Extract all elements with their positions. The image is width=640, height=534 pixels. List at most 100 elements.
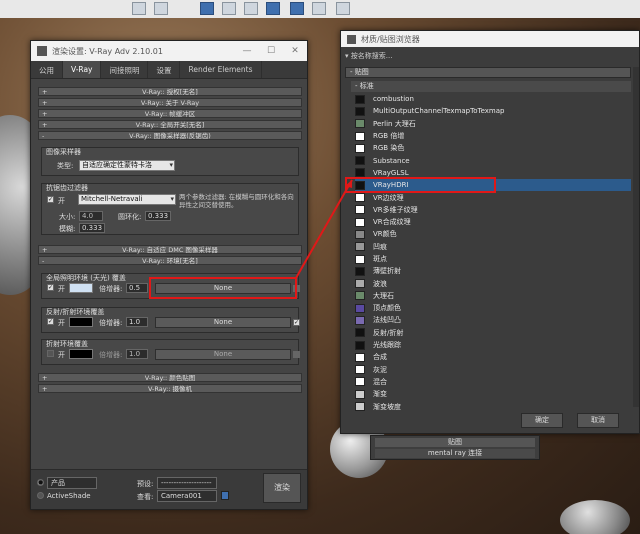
rollout-about[interactable]: + V-Ray:: 关于 V-Ray	[38, 98, 302, 107]
refr-env-color-swatch[interactable]	[69, 349, 93, 359]
refr-env-on-checkbox[interactable]	[47, 350, 54, 357]
rollout-global-switches[interactable]: + V-Ray:: 全局开关[无名]	[38, 120, 302, 129]
toolbar-button[interactable]	[222, 2, 236, 15]
toolbar-button[interactable]	[266, 2, 280, 15]
filter-size-spinner[interactable]: 4.0	[79, 211, 103, 221]
map-thumbnail-icon	[355, 365, 365, 375]
map-list-item[interactable]: 薄壁折射	[355, 265, 631, 277]
rollout-color-mapping[interactable]: + V-Ray:: 颜色贴图	[38, 373, 302, 382]
production-radio[interactable]: ●	[37, 479, 44, 486]
close-icon[interactable]: ✕	[283, 46, 307, 56]
map-list-item[interactable]: RGB 倍增	[355, 130, 631, 142]
rollout-authorization[interactable]: + V-Ray:: 授权[无名]	[38, 87, 302, 96]
rollout-camera[interactable]: + V-Ray:: 摄像机	[38, 384, 302, 393]
activeshade-radio[interactable]	[37, 492, 44, 499]
rollout-image-sampler[interactable]: - V-Ray:: 图像采样器(反锯齿)	[38, 131, 302, 140]
render-button[interactable]: 渲染	[263, 473, 301, 503]
refl-env-map-button[interactable]: None	[155, 317, 291, 328]
map-list-item[interactable]: combustion	[355, 93, 631, 105]
aa-filter-value: Mitchell-Netravali	[81, 195, 143, 203]
map-list-item[interactable]: 大理石	[355, 290, 631, 302]
refr-env-map-button[interactable]: None	[155, 349, 291, 360]
render-setup-titlebar[interactable]: 渲染设置: V-Ray Adv 2.10.01 — ☐ ✕	[31, 41, 307, 61]
preset-select[interactable]: --------------------	[157, 477, 217, 489]
filter-ring-spinner[interactable]: 0.333	[145, 211, 171, 221]
tab-indirect-illumination[interactable]: 间接照明	[101, 61, 149, 78]
map-list-item-label: 光线跟踪	[373, 341, 401, 350]
map-list-item[interactable]: 波浪	[355, 277, 631, 289]
refr-env-map-checkbox[interactable]	[293, 351, 300, 358]
map-thumbnail-icon	[355, 106, 365, 116]
map-list-item[interactable]: 顶点颜色	[355, 302, 631, 314]
rollout-environment[interactable]: - V-Ray:: 环境[无名]	[38, 256, 302, 265]
render-setup-tabs: 公用 V-Ray 间接照明 设置 Render Elements	[31, 61, 307, 79]
toolbar-button[interactable]	[312, 2, 326, 15]
view-select[interactable]: Camera001	[157, 490, 217, 502]
aa-filter-select[interactable]: Mitchell-Netravali ▾	[78, 194, 176, 205]
refl-env-color-swatch[interactable]	[69, 317, 93, 327]
map-list-item[interactable]: VR颜色	[355, 228, 631, 240]
map-list-item-label: 灰泥	[373, 365, 387, 374]
refr-env-multiplier-spinner[interactable]: 1.0	[126, 349, 148, 359]
map-list-item[interactable]: 凹痕	[355, 241, 631, 253]
maximize-icon[interactable]: ☐	[259, 46, 283, 56]
rollout-label: V-Ray:: 关于 V-Ray	[140, 99, 200, 107]
map-thumbnail-icon	[355, 389, 365, 399]
map-list-item-label: VR合成纹理	[373, 218, 411, 227]
map-list-item[interactable]: VR合成纹理	[355, 216, 631, 228]
refl-env-map-checkbox[interactable]: ✓	[293, 319, 300, 326]
app-icon	[347, 34, 356, 44]
cancel-button[interactable]: 取消	[577, 413, 619, 428]
standard-subsection-header[interactable]: - 标准	[351, 81, 631, 92]
chevron-down-icon[interactable]: ▾	[345, 52, 349, 60]
map-list-item[interactable]: 渐变坡度	[355, 400, 631, 412]
panel-maps-header[interactable]: 贴图	[375, 438, 535, 447]
map-list-item[interactable]: 灰泥	[355, 364, 631, 376]
minimize-icon[interactable]: —	[235, 46, 259, 56]
lock-view-icon[interactable]	[221, 491, 229, 500]
map-list-item[interactable]: 法线凹凸	[355, 314, 631, 326]
tab-settings[interactable]: 设置	[148, 61, 181, 78]
map-list-item[interactable]: 渐变	[355, 388, 631, 400]
browser-titlebar[interactable]: 材质/贴图浏览器	[341, 31, 639, 47]
filter-blur-spinner[interactable]: 0.333	[79, 223, 105, 233]
ok-button[interactable]: 确定	[521, 413, 563, 428]
tab-common[interactable]: 公用	[31, 61, 63, 78]
toolbar-button[interactable]	[290, 2, 304, 15]
map-list-item[interactable]: 光线跟踪	[355, 339, 631, 351]
map-list-item[interactable]: MultiOutputChannelTexmapToTexmap	[355, 105, 631, 117]
toolbar-button[interactable]	[154, 2, 168, 15]
maps-section-header[interactable]: - 贴图	[345, 67, 631, 78]
map-list-item[interactable]: RGB 染色	[355, 142, 631, 154]
map-list-item[interactable]: Substance	[355, 154, 631, 166]
sampler-type-select[interactable]: 自适应确定性蒙特卡洛 ▾	[79, 160, 175, 171]
render-mode-select[interactable]: 产品	[47, 477, 97, 489]
map-list-item[interactable]: 斑点	[355, 253, 631, 265]
toolbar-button[interactable]	[336, 2, 350, 15]
map-list-item[interactable]: 反射/折射	[355, 327, 631, 339]
map-list-item[interactable]: 混合	[355, 376, 631, 388]
map-list-item[interactable]: VR边纹理	[355, 191, 631, 203]
gi-env-multiplier-spinner[interactable]: 0.5	[126, 283, 148, 293]
tab-vray[interactable]: V-Ray	[63, 61, 102, 78]
map-list-item[interactable]: Perlin 大理石	[355, 118, 631, 130]
browser-search-input[interactable]: 按名称搜索...	[351, 52, 393, 60]
rollout-frame-buffer[interactable]: + V-Ray:: 帧缓冲区	[38, 109, 302, 118]
map-thumbnail-icon	[355, 402, 365, 412]
map-list-item[interactable]: 合成	[355, 351, 631, 363]
browser-scrollbar[interactable]	[633, 67, 639, 407]
rollout-adaptive-dmc[interactable]: + V-Ray:: 自适应 DMC 图像采样器	[38, 245, 302, 254]
gi-env-on-checkbox[interactable]: ✓	[47, 284, 54, 291]
toolbar-button[interactable]	[132, 2, 146, 15]
aa-filter-description: 两个参数过滤器: 在模糊与圆环化和各向异性之间交替使用。	[179, 193, 294, 209]
map-list-item[interactable]: VR多维子纹理	[355, 204, 631, 216]
gi-env-color-swatch[interactable]	[69, 283, 93, 293]
toolbar-button[interactable]	[244, 2, 258, 15]
aa-filter-on-checkbox[interactable]: ✓	[47, 196, 54, 203]
tab-render-elements[interactable]: Render Elements	[180, 61, 262, 78]
refl-env-on-checkbox[interactable]: ✓	[47, 318, 54, 325]
toolbar-button[interactable]	[200, 2, 214, 15]
filter-size-label: 大小:	[59, 213, 76, 221]
panel-mental-ray-item[interactable]: mental ray 连接	[375, 449, 535, 458]
refl-env-multiplier-spinner[interactable]: 1.0	[126, 317, 148, 327]
